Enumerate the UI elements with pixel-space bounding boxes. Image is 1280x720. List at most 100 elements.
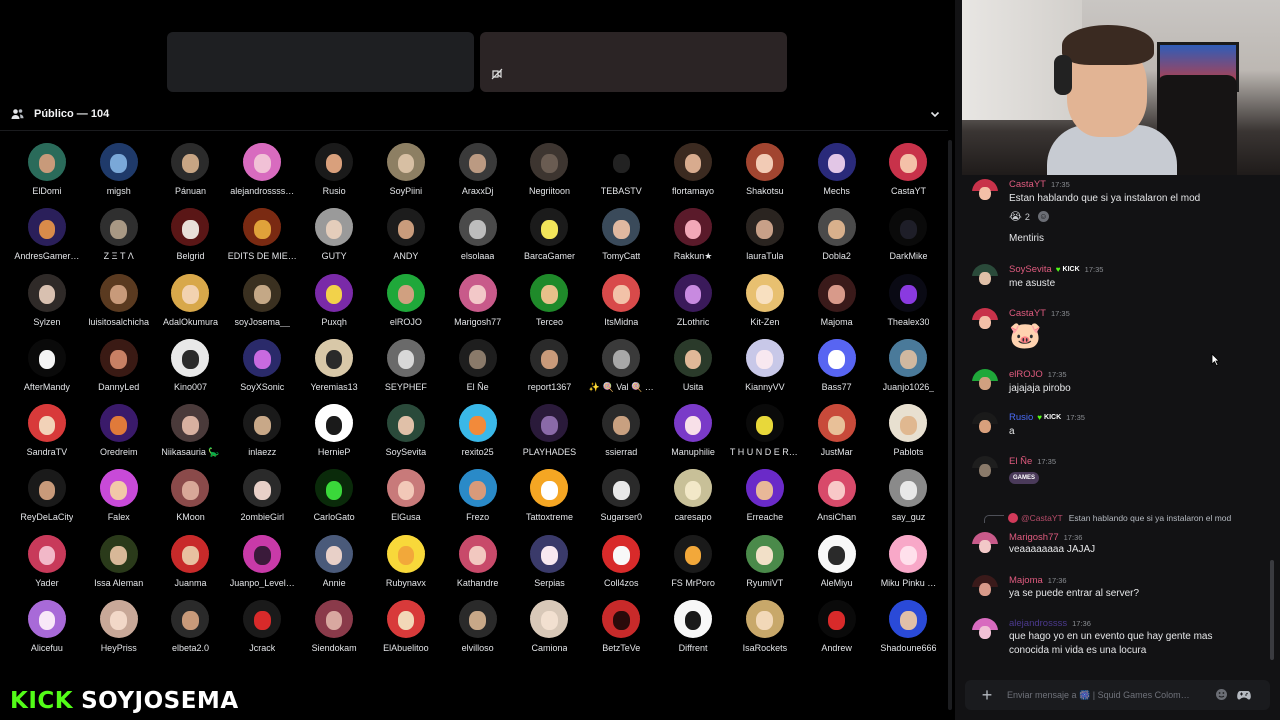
- audience-member[interactable]: Kit-Zen: [729, 273, 801, 339]
- avatar[interactable]: [458, 600, 497, 639]
- audience-member[interactable]: Frezo: [442, 469, 514, 534]
- avatar[interactable]: [889, 273, 928, 312]
- audience-member[interactable]: AndresGamer…: [11, 208, 83, 273]
- avatar[interactable]: [745, 143, 784, 181]
- audience-member[interactable]: Kathandre: [442, 534, 514, 600]
- audience-member[interactable]: PLAYHADES: [514, 404, 586, 469]
- audience-member[interactable]: T H U N D E R …: [729, 404, 801, 469]
- audience-member[interactable]: Miku Pinku …: [873, 534, 945, 600]
- audience-member[interactable]: Usita: [657, 338, 729, 404]
- avatar[interactable]: [171, 534, 210, 573]
- audience-member[interactable]: RyumiVT: [729, 534, 801, 600]
- audience-member[interactable]: Terceo: [514, 273, 586, 339]
- avatar[interactable]: [745, 208, 784, 247]
- avatar[interactable]: [674, 534, 713, 573]
- avatar[interactable]: [171, 338, 210, 377]
- audience-member[interactable]: ✨ 🍭 Val 🍭 …: [585, 338, 657, 404]
- audience-member[interactable]: El Ñe: [442, 338, 514, 404]
- audience-member[interactable]: Kino007: [155, 338, 227, 404]
- audience-member[interactable]: ZLothric: [657, 273, 729, 339]
- avatar[interactable]: [889, 600, 928, 639]
- avatar[interactable]: [972, 179, 998, 205]
- avatar[interactable]: [99, 143, 138, 181]
- avatar[interactable]: [745, 469, 784, 508]
- audience-member[interactable]: Sylzen: [11, 273, 83, 339]
- audience-member[interactable]: CastaYT: [873, 143, 945, 208]
- avatar[interactable]: [972, 575, 998, 601]
- audience-member[interactable]: ElGusa: [370, 469, 442, 534]
- avatar[interactable]: [27, 338, 66, 377]
- avatar[interactable]: [315, 404, 354, 443]
- avatar[interactable]: [674, 600, 713, 639]
- audience-member[interactable]: ElDomi: [11, 143, 83, 208]
- avatar[interactable]: [458, 208, 497, 247]
- avatar[interactable]: [602, 338, 641, 377]
- avatar[interactable]: [171, 143, 210, 181]
- avatar[interactable]: [817, 273, 856, 312]
- audience-member[interactable]: Juanpo_Level…: [226, 534, 298, 600]
- avatar[interactable]: [530, 534, 569, 573]
- avatar[interactable]: [99, 208, 138, 247]
- audience-member[interactable]: elROJO: [370, 273, 442, 339]
- avatar[interactable]: [27, 208, 66, 247]
- message-input[interactable]: [1007, 690, 1207, 700]
- audience-member[interactable]: soyJosema__: [226, 273, 298, 339]
- audience-member[interactable]: Andrew: [801, 600, 873, 665]
- audience-member[interactable]: AraxxDj: [442, 143, 514, 208]
- avatar[interactable]: [972, 532, 998, 558]
- chat-username[interactable]: Majoma: [1009, 575, 1043, 586]
- avatar[interactable]: [530, 404, 569, 443]
- audience-member[interactable]: Camiona: [514, 600, 586, 665]
- audience-member[interactable]: lauraTula: [729, 208, 801, 273]
- avatar[interactable]: [386, 469, 425, 508]
- avatar[interactable]: [171, 600, 210, 639]
- avatar[interactable]: [243, 469, 282, 508]
- avatar[interactable]: [602, 469, 641, 508]
- avatar[interactable]: [386, 208, 425, 247]
- audience-member[interactable]: SEYPHEF: [370, 338, 442, 404]
- audience-member[interactable]: KiannyVV: [729, 338, 801, 404]
- audience-member[interactable]: SoySevita: [370, 404, 442, 469]
- avatar[interactable]: [602, 534, 641, 573]
- avatar[interactable]: [972, 308, 998, 334]
- avatar[interactable]: [972, 369, 998, 395]
- audience-member[interactable]: SandraTV: [11, 404, 83, 469]
- avatar[interactable]: [99, 534, 138, 573]
- avatar[interactable]: [602, 404, 641, 443]
- avatar[interactable]: [889, 208, 928, 247]
- avatar[interactable]: [530, 143, 569, 181]
- audience-member[interactable]: AnsiChan: [801, 469, 873, 534]
- avatar[interactable]: [243, 534, 282, 573]
- avatar[interactable]: [243, 208, 282, 247]
- avatar[interactable]: [315, 273, 354, 312]
- chat-username[interactable]: Marigosh77: [1009, 532, 1059, 543]
- audience-member[interactable]: caresapo: [657, 469, 729, 534]
- chat-username[interactable]: CastaYT: [1009, 308, 1046, 319]
- avatar[interactable]: [674, 469, 713, 508]
- chat-username[interactable]: elROJO: [1009, 369, 1043, 380]
- audience-member[interactable]: EDITS DE MIE…: [226, 208, 298, 273]
- scrollbar[interactable]: [948, 140, 952, 710]
- audience-member[interactable]: Juanma: [155, 534, 227, 600]
- audience-member[interactable]: Dobla2: [801, 208, 873, 273]
- audience-member[interactable]: Z Ξ T Λ: [83, 208, 155, 273]
- avatar[interactable]: [817, 600, 856, 639]
- audience-member[interactable]: Siendokam: [298, 600, 370, 665]
- gamepad-icon[interactable]: [1237, 688, 1251, 702]
- chat-username[interactable]: El Ñe: [1009, 456, 1032, 467]
- audience-member[interactable]: Puxqh: [298, 273, 370, 339]
- audience-member[interactable]: Rusio: [298, 143, 370, 208]
- avatar[interactable]: [889, 469, 928, 508]
- audience-member[interactable]: ReyDeLaCity: [11, 469, 83, 534]
- audience-member[interactable]: alejandrossss…: [226, 143, 298, 208]
- chat-username[interactable]: alejandrossss: [1009, 618, 1067, 629]
- avatar[interactable]: [243, 273, 282, 312]
- audience-member[interactable]: Marigosh77: [442, 273, 514, 339]
- avatar[interactable]: [458, 469, 497, 508]
- audience-member[interactable]: Bass77: [801, 338, 873, 404]
- audience-member[interactable]: HernieP: [298, 404, 370, 469]
- avatar[interactable]: [458, 534, 497, 573]
- avatar[interactable]: [817, 143, 856, 181]
- chat-username[interactable]: SoySevita: [1009, 264, 1052, 275]
- avatar[interactable]: [889, 404, 928, 443]
